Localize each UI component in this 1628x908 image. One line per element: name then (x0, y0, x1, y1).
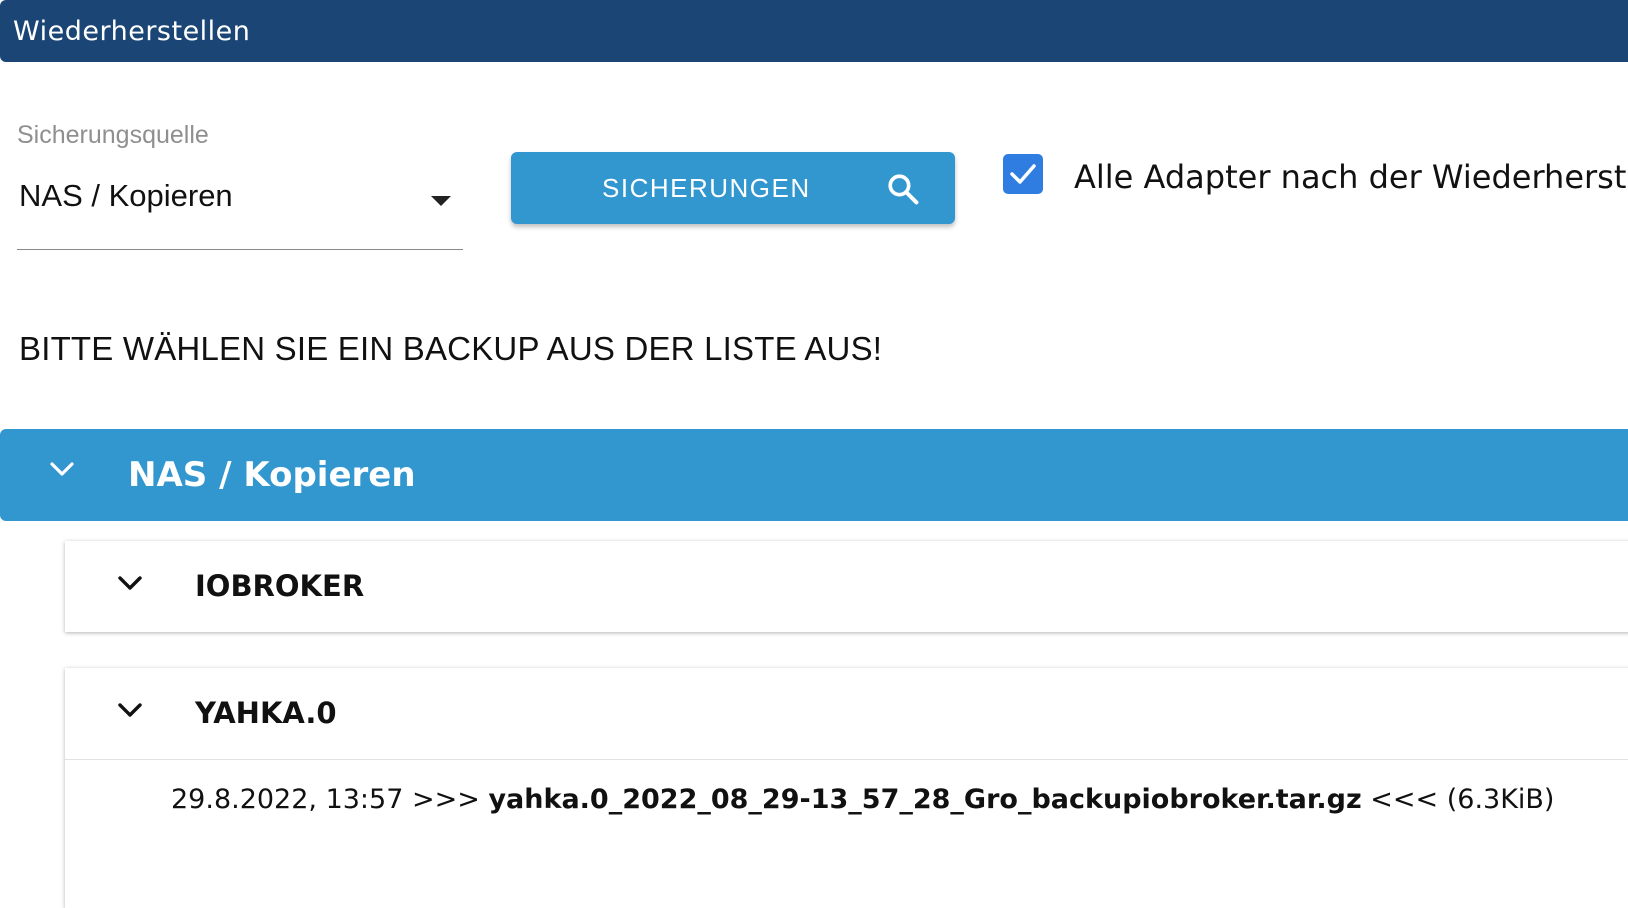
backup-prefix: >>> (411, 784, 480, 815)
backup-size: (6.3KiB) (1446, 784, 1555, 815)
caret-down-icon (431, 196, 451, 206)
group-header-yahka[interactable]: YAHKA.0 (65, 668, 1628, 759)
backup-suffix: <<< (1370, 784, 1439, 815)
search-backups-button[interactable]: SICHERUNGEN (511, 152, 955, 224)
tree-root-nas[interactable]: NAS / Kopieren (0, 429, 1628, 521)
source-select-value: NAS / Kopieren (19, 178, 233, 213)
chevron-down-icon (50, 462, 74, 476)
chevron-down-icon (118, 703, 142, 717)
window-title: Wiederherstellen (13, 16, 251, 47)
tree-root-label: NAS / Kopieren (128, 455, 416, 495)
backup-entry[interactable]: 29.8.2022, 13:57 >>> yahka.0_2022_08_29-… (171, 784, 1554, 815)
divider (65, 759, 1628, 760)
restart-adapters-label: Alle Adapter nach der Wiederherstel (1074, 158, 1628, 196)
checkmark-icon (1010, 164, 1036, 184)
backup-filename: yahka.0_2022_08_29-13_57_28_Gro_backupio… (488, 784, 1362, 815)
source-select[interactable]: NAS / Kopieren (17, 170, 463, 250)
group-label: YAHKA.0 (195, 696, 337, 730)
restart-adapters-checkbox[interactable] (1003, 154, 1043, 194)
search-icon (888, 174, 919, 205)
group-yahka: YAHKA.0 29.8.2022, 13:57 >>> yahka.0_202… (65, 668, 1628, 908)
group-header-iobroker[interactable]: IOBROKER (65, 541, 1628, 632)
source-label: Sicherungsquelle (17, 121, 209, 149)
search-backups-button-label: SICHERUNGEN (602, 173, 811, 203)
backup-date: 29.8.2022, 13:57 (171, 784, 404, 815)
group-label: IOBROKER (195, 569, 365, 603)
instruction-heading: BITTE WÄHLEN SIE EIN BACKUP AUS DER LIST… (19, 330, 883, 367)
window-title-bar: Wiederherstellen (0, 0, 1628, 62)
group-iobroker: IOBROKER (65, 541, 1628, 632)
chevron-down-icon (118, 576, 142, 590)
